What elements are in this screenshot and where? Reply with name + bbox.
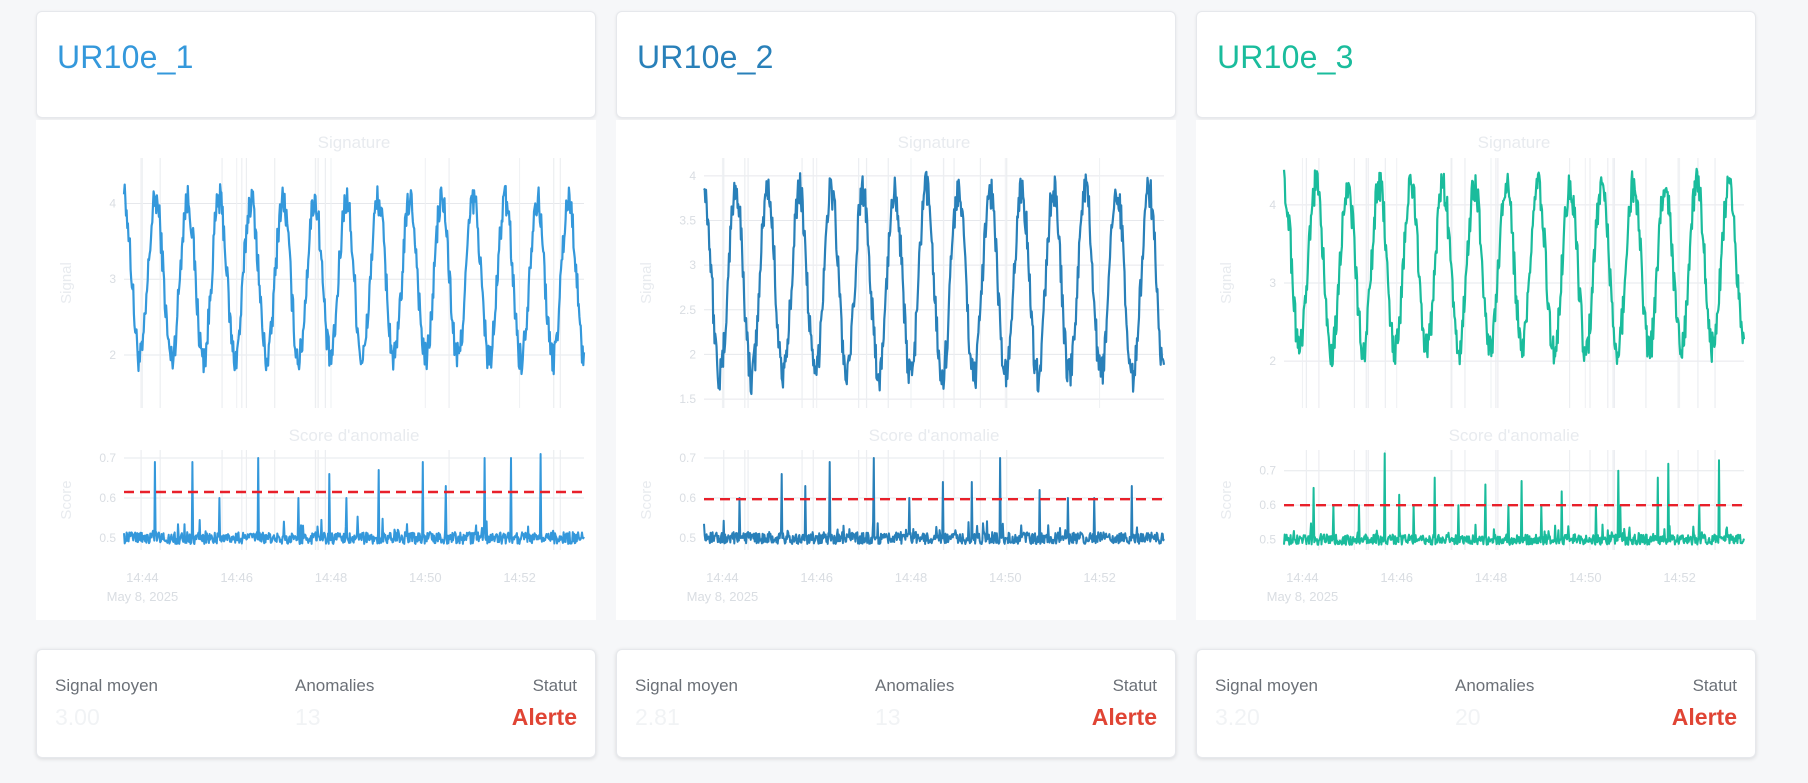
anomalies-value: 20 — [1455, 704, 1481, 730]
mean-signal-label: Signal moyen — [1215, 676, 1319, 695]
x-tick-label: 14:44 — [126, 570, 159, 585]
robot-title-card: UR10e_3 — [1196, 11, 1756, 118]
anomalies-label: Anomalies — [875, 676, 955, 695]
signal-chart-title: Signature — [1478, 133, 1551, 152]
status-label: Statut — [1112, 676, 1157, 695]
robot-stats-card: Signal moyen 3.20 Anomalies 20 Statut Al… — [1196, 649, 1756, 758]
status-stat: Statut Alerte — [512, 676, 577, 731]
robot-charts-svg[interactable]: Signature Signal Score d'anomalie Score 2 3 4 0… — [36, 120, 596, 620]
x-date-label: May 8, 2025 — [687, 589, 759, 604]
y-tick-label: 0.5 — [679, 531, 696, 545]
score-series-line — [703, 457, 1165, 545]
score-chart-title: Score d'anomalie — [869, 426, 1000, 445]
y-tick-label: 0.5 — [1259, 533, 1276, 547]
mean-signal-value: 2.81 — [635, 704, 680, 730]
status-badge: Alerte — [1671, 704, 1737, 730]
score-series-line — [1283, 452, 1745, 546]
status-badge: Alerte — [511, 704, 577, 730]
x-tick-label: 14:52 — [1663, 570, 1696, 585]
y-tick-label: 1.5 — [679, 392, 696, 406]
anomalies-value: 13 — [295, 704, 321, 730]
y-tick-label: 0.5 — [99, 531, 116, 545]
robot-charts-svg[interactable]: Signature Signal Score d'anomalie Score 1.5 2… — [616, 120, 1176, 620]
status-stat: Statut Alerte — [1092, 676, 1157, 731]
robot-name: UR10e_2 — [637, 39, 774, 75]
mean-signal-label: Signal moyen — [55, 676, 159, 695]
robot-charts-svg[interactable]: Signature Signal Score d'anomalie Score 2 3 4 0… — [1196, 120, 1756, 620]
mean-signal-value: 3.20 — [1215, 704, 1260, 730]
x-tick-label: 14:50 — [989, 570, 1022, 585]
robot-stats-card: Signal moyen 2.81 Anomalies 13 Statut Al… — [616, 649, 1176, 758]
x-tick-label: 14:46 — [800, 570, 833, 585]
signal-chart-title: Signature — [898, 133, 971, 152]
x-tick-label: 14:48 — [895, 570, 928, 585]
x-tick-label: 14:48 — [1475, 570, 1508, 585]
y-tick-label: 3 — [1269, 276, 1276, 290]
score-series-line — [123, 453, 585, 545]
mean-signal-value: 3.00 — [55, 704, 100, 730]
signal-axis-label: Signal — [638, 262, 655, 304]
y-tick-label: 0.6 — [99, 491, 116, 505]
score-chart-title: Score d'anomalie — [289, 426, 420, 445]
y-tick-label: 4 — [109, 196, 116, 210]
y-tick-label: 4 — [1269, 198, 1276, 212]
x-date-label: May 8, 2025 — [107, 589, 179, 604]
x-tick-label: 14:44 — [706, 570, 739, 585]
signal-axis-label: Signal — [58, 262, 75, 304]
score-axis-label: Score — [58, 480, 75, 519]
mean-signal-label: Signal moyen — [635, 676, 739, 695]
signal-chart-title: Signature — [318, 133, 391, 152]
robot-title-card: UR10e_2 — [616, 11, 1176, 118]
robot-name: UR10e_3 — [1217, 39, 1354, 75]
y-tick-label: 3 — [689, 258, 696, 272]
signal-series-line — [1282, 167, 1746, 368]
robot-chart-panel: Signature Signal Score d'anomalie Score 2 3 4 0… — [1196, 120, 1756, 620]
x-tick-label: 14:52 — [1083, 570, 1116, 585]
y-tick-label: 4 — [689, 169, 696, 183]
x-tick-label: 14:46 — [1380, 570, 1413, 585]
signal-series-line — [703, 170, 1166, 396]
status-badge: Alerte — [1091, 704, 1157, 730]
y-tick-label: 0.6 — [679, 491, 696, 505]
status-label: Statut — [1692, 676, 1737, 695]
status-label: Statut — [532, 676, 577, 695]
robot-chart-panel: Signature Signal Score d'anomalie Score 2 3 4 0… — [36, 120, 596, 620]
x-tick-label: 14:52 — [503, 570, 536, 585]
anomalies-label: Anomalies — [295, 676, 375, 695]
x-tick-label: 14:50 — [409, 570, 442, 585]
y-tick-label: 0.7 — [99, 451, 116, 465]
status-stat: Statut Alerte — [1672, 676, 1737, 731]
anomalies-value: 13 — [875, 704, 901, 730]
y-tick-label: 0.7 — [1259, 464, 1276, 478]
robot-chart-panel: Signature Signal Score d'anomalie Score 1.5 2… — [616, 120, 1176, 620]
y-tick-label: 0.7 — [679, 451, 696, 465]
y-tick-label: 2 — [1269, 354, 1276, 368]
mean-signal-stat: Signal moyen 3.20 — [1215, 676, 1318, 731]
y-tick-label: 2 — [109, 348, 116, 362]
robot-stats-card: Signal moyen 3.00 Anomalies 13 Statut Al… — [36, 649, 596, 758]
robot-name: UR10e_1 — [57, 39, 194, 75]
x-tick-label: 14:50 — [1569, 570, 1602, 585]
y-tick-label: 3 — [109, 272, 116, 286]
robot-title-card: UR10e_1 — [36, 11, 596, 118]
score-axis-label: Score — [638, 480, 655, 519]
score-chart-title: Score d'anomalie — [1449, 426, 1580, 445]
x-tick-label: 14:46 — [220, 570, 253, 585]
y-tick-label: 2.5 — [679, 303, 696, 317]
anomalies-stat: Anomalies 13 — [295, 676, 374, 731]
mean-signal-stat: Signal moyen 2.81 — [635, 676, 738, 731]
score-axis-label: Score — [1218, 480, 1235, 519]
signal-axis-label: Signal — [1218, 262, 1235, 304]
y-tick-label: 0.6 — [1259, 498, 1276, 512]
anomalies-stat: Anomalies 13 — [875, 676, 954, 731]
anomalies-stat: Anomalies 20 — [1455, 676, 1534, 731]
y-tick-label: 2 — [689, 347, 696, 361]
anomalies-label: Anomalies — [1455, 676, 1535, 695]
x-date-label: May 8, 2025 — [1267, 589, 1339, 604]
y-tick-label: 3.5 — [679, 214, 696, 228]
x-tick-label: 14:48 — [315, 570, 348, 585]
x-tick-label: 14:44 — [1286, 570, 1319, 585]
mean-signal-stat: Signal moyen 3.00 — [55, 676, 158, 731]
